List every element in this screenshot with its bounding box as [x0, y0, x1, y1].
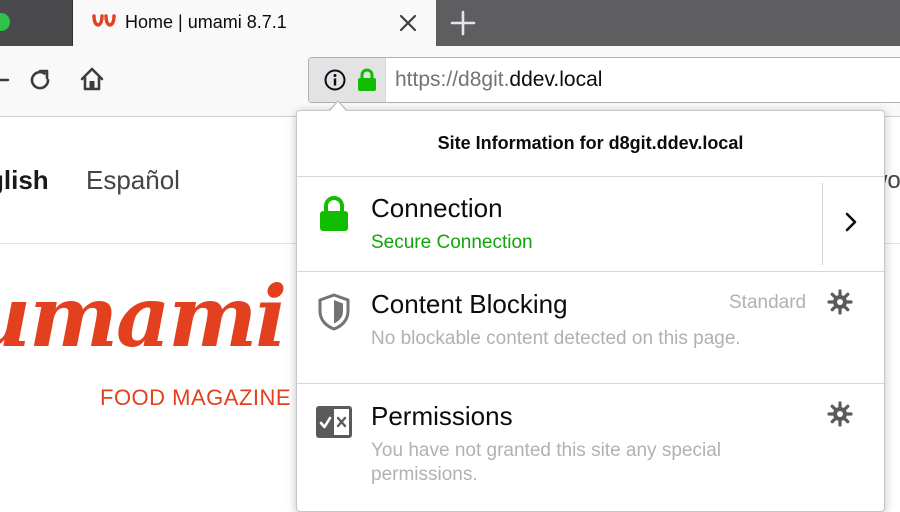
connection-row[interactable]: Connection Secure Connection [297, 177, 822, 271]
content-blocking-label: Content Blocking [371, 289, 568, 319]
permissions-label: Permissions [371, 401, 513, 431]
panel-header: Site Information for d8git.ddev.local [297, 111, 884, 177]
permissions-section: Permissions You have not granted this si… [297, 384, 884, 511]
info-icon[interactable] [323, 68, 347, 92]
url-prefix: https://d8git. [395, 68, 510, 91]
url-host: ddev.local [509, 68, 603, 91]
site-logo[interactable]: umami [0, 267, 287, 366]
connection-section: Connection Secure Connection [297, 177, 884, 272]
reload-icon[interactable] [26, 66, 54, 94]
gear-icon[interactable] [827, 289, 853, 315]
panel-title: Site Information for d8git.ddev.local [437, 133, 744, 153]
url-bar[interactable]: https://d8git.ddev.local [308, 57, 900, 103]
content-blocking-description: No blockable content detected on this pa… [371, 328, 741, 349]
identity-box[interactable] [309, 58, 386, 102]
chevron-right-icon [845, 212, 857, 232]
permissions-icon [316, 406, 352, 438]
connection-expand-button[interactable] [823, 177, 884, 271]
plus-icon[interactable] [448, 8, 478, 38]
connection-status: Secure Connection [371, 232, 533, 253]
shield-icon [318, 293, 350, 331]
tab-indicator-icon [0, 13, 10, 31]
navigation-bar: https://d8git.ddev.local [0, 46, 900, 117]
content-blocking-section: Content Blocking Standard No blockable c… [297, 272, 884, 384]
back-icon[interactable] [0, 68, 12, 92]
language-link-english[interactable]: glish [0, 165, 49, 196]
site-tagline: FOOD MAGAZINE [100, 385, 292, 410]
gear-icon[interactable] [827, 401, 853, 427]
lock-icon [358, 68, 376, 91]
url-text[interactable]: https://d8git.ddev.local [395, 68, 602, 92]
umami-favicon-icon [92, 14, 116, 27]
content-blocking-level: Standard [729, 292, 807, 313]
lock-icon [320, 196, 348, 231]
tab-title: Home | umami 8.7.1 [125, 12, 287, 32]
site-info-panel: Site Information for d8git.ddev.local Co… [296, 110, 885, 512]
home-icon[interactable] [78, 65, 106, 93]
tab-strip: Home | umami 8.7.1 [0, 0, 900, 46]
language-link-espanol[interactable]: Español [86, 165, 180, 196]
connection-label: Connection [371, 193, 503, 223]
tab-previous[interactable] [0, 0, 73, 46]
permissions-description: You have not granted this site any speci… [371, 440, 721, 485]
panel-arrow-inner [329, 102, 347, 112]
close-icon[interactable] [396, 11, 420, 35]
tab-active[interactable]: Home | umami 8.7.1 [73, 0, 436, 46]
